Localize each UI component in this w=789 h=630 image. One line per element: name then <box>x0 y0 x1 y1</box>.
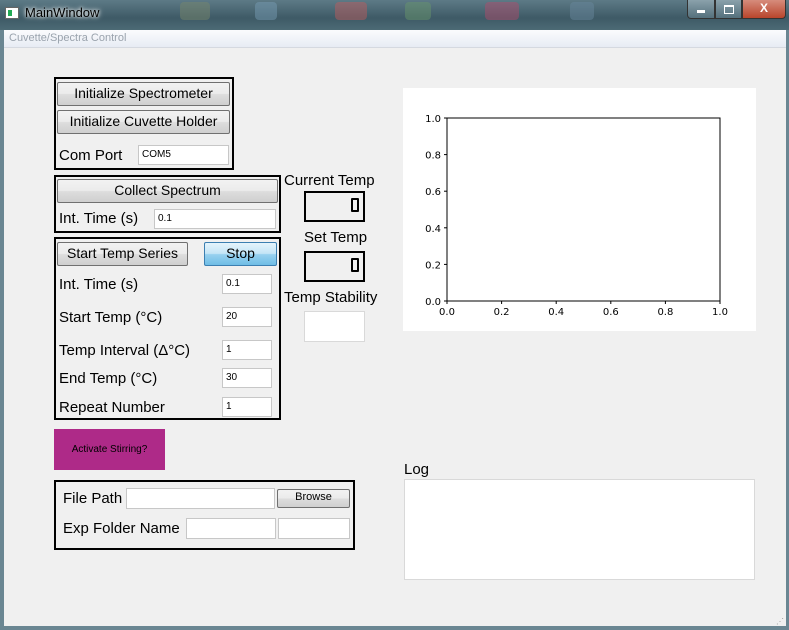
y-tick-label: 0.0 <box>425 297 441 308</box>
exp-folder-suffix-input[interactable] <box>278 518 350 539</box>
repeat-number-input[interactable]: 1 <box>222 397 272 417</box>
log-output[interactable] <box>404 479 755 580</box>
start-temp-input[interactable]: 20 <box>222 307 272 327</box>
y-tick-label: 1.0 <box>425 114 441 125</box>
file-path-input[interactable] <box>126 488 275 509</box>
x-tick-label: 0.6 <box>603 307 619 318</box>
window-frame-left <box>0 30 4 630</box>
y-tick-label: 0.6 <box>425 187 441 198</box>
close-button[interactable]: X <box>742 0 786 19</box>
int-time-label: Int. Time (s) <box>59 210 139 227</box>
tab-cuvette-spectra-control[interactable]: Cuvette/Spectra Control <box>9 32 126 44</box>
plot-frame <box>446 117 721 302</box>
current-temp-label: Current Temp <box>284 172 375 189</box>
x-tick-label: 1.0 <box>712 307 728 318</box>
stop-button[interactable]: Stop <box>204 242 277 266</box>
set-temp-display <box>304 251 365 282</box>
close-icon: X <box>759 1 768 15</box>
y-tick-label: 0.2 <box>425 260 441 271</box>
browse-button[interactable]: Browse <box>277 489 350 508</box>
x-tick-label: 0.8 <box>657 307 673 318</box>
com-port-input[interactable]: COM5 <box>138 145 229 165</box>
end-temp-label: End Temp (°C) <box>59 370 158 387</box>
lcd-digit <box>351 258 359 272</box>
file-path-label: File Path <box>63 490 123 507</box>
window-title: MainWindow <box>25 5 100 20</box>
minimize-icon <box>697 10 705 13</box>
int-time-input[interactable]: 0.1 <box>154 209 276 229</box>
maximize-button[interactable] <box>715 0 742 19</box>
current-temp-display <box>304 191 365 222</box>
x-tick-label: 0.2 <box>494 307 510 318</box>
initialize-spectrometer-button[interactable]: Initialize Spectrometer <box>57 82 230 106</box>
initialize-cuvette-holder-button[interactable]: Initialize Cuvette Holder <box>57 110 230 134</box>
start-temp-series-button[interactable]: Start Temp Series <box>57 242 188 266</box>
exp-folder-name-label: Exp Folder Name <box>63 520 180 537</box>
y-tick-label: 0.4 <box>425 224 441 235</box>
y-tick-label: 0.8 <box>425 151 441 162</box>
window-frame-bottom <box>0 626 789 630</box>
lcd-digit <box>351 198 359 212</box>
maximize-icon <box>723 5 734 14</box>
end-temp-input[interactable]: 30 <box>222 368 272 388</box>
title-bar <box>0 0 789 30</box>
resize-grip[interactable]: ⋰ <box>776 617 786 626</box>
exp-folder-name-input[interactable] <box>186 518 276 539</box>
minimize-button[interactable] <box>687 0 715 19</box>
temp-interval-input[interactable]: 1 <box>222 340 272 360</box>
x-tick-label: 0.4 <box>548 307 564 318</box>
temp-stability-label: Temp Stability <box>284 289 378 306</box>
activate-stirring-button[interactable]: Activate Stirring? <box>54 429 165 470</box>
collect-spectrum-button[interactable]: Collect Spectrum <box>57 179 278 203</box>
temp-stability-indicator <box>304 311 365 342</box>
repeat-number-label: Repeat Number <box>59 399 165 416</box>
log-label: Log <box>404 461 430 478</box>
series-int-time-label: Int. Time (s) <box>59 276 139 293</box>
x-tick-label: 0.0 <box>439 307 455 318</box>
app-icon <box>5 7 19 19</box>
set-temp-label: Set Temp <box>304 229 368 246</box>
com-port-label: Com Port <box>59 147 123 164</box>
spectrum-chart: 0.0 0.2 0.4 0.6 0.8 1.0 0.0 0.2 0.4 0.6 0.8 1.0 <box>425 114 728 318</box>
series-int-time-input[interactable]: 0.1 <box>222 274 272 294</box>
start-temp-label: Start Temp (°C) <box>59 309 163 326</box>
temp-interval-label: Temp Interval (Δ°C) <box>59 342 191 359</box>
